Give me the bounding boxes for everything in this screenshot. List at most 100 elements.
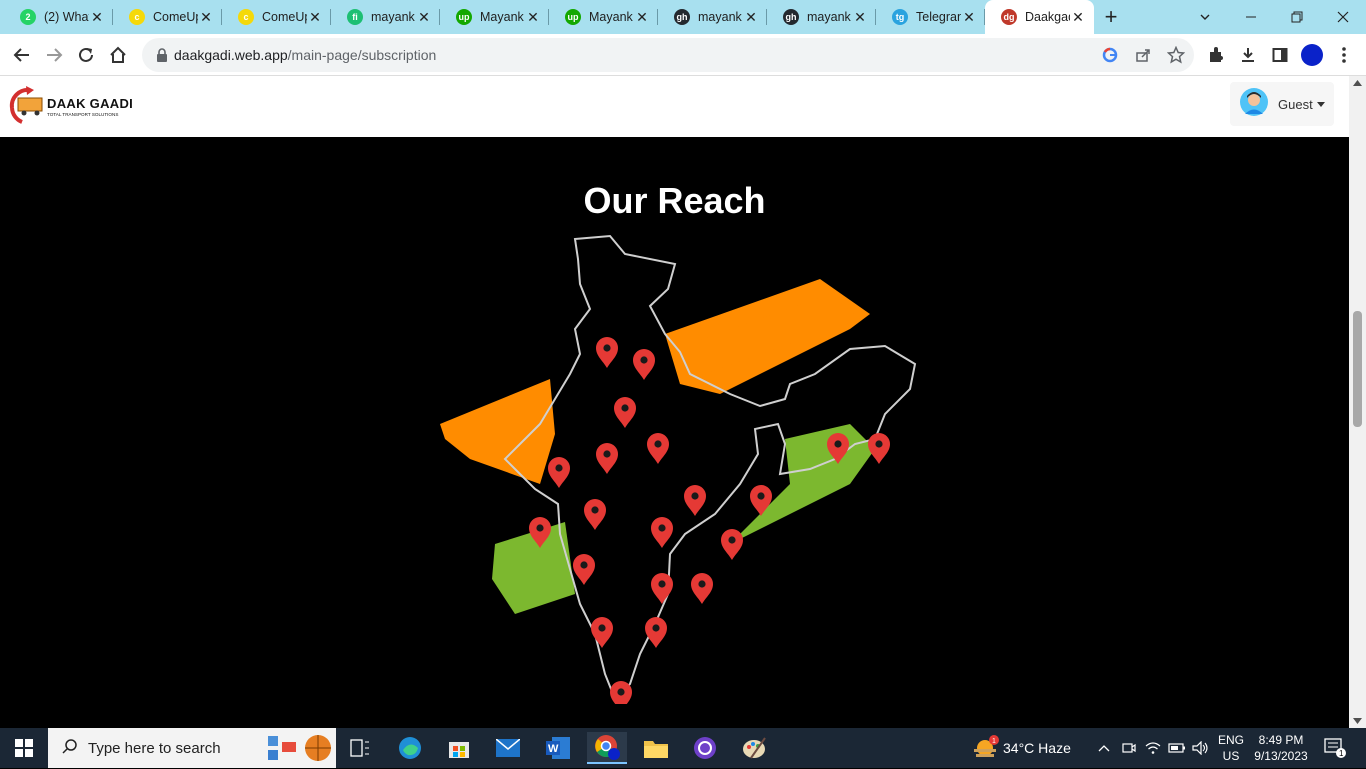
guest-dropdown[interactable]: Guest bbox=[1230, 82, 1334, 126]
map-pin-icon bbox=[573, 554, 595, 585]
tab-close-icon[interactable]: ✕ bbox=[743, 9, 759, 25]
url-text: daakgadi.web.app/main-page/subscription bbox=[174, 47, 437, 63]
profile-avatar[interactable] bbox=[1296, 39, 1328, 71]
search-highlight-icon[interactable] bbox=[268, 732, 332, 769]
clock-date: 9/13/2023 bbox=[1254, 749, 1308, 763]
tab-strip: 2 (2) What ✕ c ComeUp ✕ c ComeUp ✕ fi mayank ✕ up May… bbox=[0, 0, 1366, 34]
browser-tab[interactable]: fi mayank ✕ bbox=[331, 0, 440, 34]
forward-button[interactable] bbox=[38, 39, 70, 71]
tab-favicon-icon: up bbox=[456, 9, 472, 25]
close-window-button[interactable] bbox=[1320, 0, 1366, 34]
browser-tab[interactable]: c ComeUp ✕ bbox=[222, 0, 331, 34]
language-code: ENG bbox=[1217, 733, 1244, 747]
word-icon[interactable]: W bbox=[538, 732, 578, 764]
map-pin-icon bbox=[647, 433, 669, 464]
logo-tagline: TOTAL TRANSPORT SOLUTIONS bbox=[47, 112, 119, 117]
our-reach-heading: Our Reach bbox=[583, 180, 766, 221]
restore-button[interactable] bbox=[1274, 0, 1320, 34]
tab-favicon-icon: c bbox=[129, 9, 145, 25]
map-pin-icon bbox=[596, 443, 618, 474]
google-icon[interactable] bbox=[1102, 47, 1118, 68]
task-view-icon[interactable] bbox=[340, 732, 380, 764]
windows-taskbar: Type here to search W 1 34°C Haze ENG US… bbox=[0, 728, 1366, 768]
notification-center-icon[interactable]: 1 bbox=[1318, 732, 1352, 764]
tab-close-icon[interactable]: ✕ bbox=[198, 9, 214, 25]
tab-title: Mayank bbox=[480, 10, 524, 24]
language-indicator[interactable]: ENG US bbox=[1214, 732, 1248, 764]
browser-tab[interactable]: gh mayank ✕ bbox=[658, 0, 767, 34]
browser-tab[interactable]: up Mayank ✕ bbox=[440, 0, 549, 34]
map-pin-icon bbox=[684, 485, 706, 516]
tab-favicon-icon: fi bbox=[347, 9, 363, 25]
scrollbar-thumb[interactable] bbox=[1353, 311, 1362, 427]
reload-button[interactable] bbox=[70, 39, 102, 71]
tab-close-icon[interactable]: ✕ bbox=[416, 9, 432, 25]
edge-icon[interactable] bbox=[390, 732, 430, 764]
lock-icon[interactable] bbox=[156, 48, 168, 67]
mail-icon[interactable] bbox=[488, 732, 528, 764]
tab-close-icon[interactable]: ✕ bbox=[307, 9, 323, 25]
side-panel-icon[interactable] bbox=[1264, 39, 1296, 71]
extensions-icon[interactable] bbox=[1200, 39, 1232, 71]
tab-favicon-icon: dg bbox=[1001, 9, 1017, 25]
browser-tab[interactable]: tg Telegran ✕ bbox=[876, 0, 985, 34]
weather-text[interactable]: 34°C Haze bbox=[1003, 740, 1071, 756]
browser-tab[interactable]: 2 (2) What ✕ bbox=[4, 0, 113, 34]
map-pin-icon bbox=[868, 433, 890, 464]
chrome-icon[interactable] bbox=[587, 732, 627, 764]
tab-title: mayank bbox=[371, 10, 415, 24]
browser-tab[interactable]: dg Daakgad✕ bbox=[985, 0, 1094, 34]
page-scrollbar[interactable] bbox=[1349, 76, 1366, 728]
back-button[interactable] bbox=[6, 39, 38, 71]
tab-favicon-icon: gh bbox=[674, 9, 690, 25]
clock[interactable]: 8:49 PM 9/13/2023 bbox=[1250, 732, 1312, 764]
menu-kebab-icon[interactable] bbox=[1328, 39, 1360, 71]
svg-text:1: 1 bbox=[1339, 749, 1344, 758]
green-brush-stroke bbox=[492, 424, 875, 614]
browser-tab[interactable]: c ComeUp ✕ bbox=[113, 0, 222, 34]
svg-text:1: 1 bbox=[992, 738, 996, 745]
map-pin-icon bbox=[691, 573, 713, 604]
region-code: US bbox=[1222, 749, 1240, 763]
tab-title: (2) What bbox=[44, 10, 89, 24]
map-pin-icon bbox=[645, 617, 667, 648]
logo-text: DAAK GAADI bbox=[47, 96, 134, 111]
map-pin-icon bbox=[651, 517, 673, 548]
tab-title: mayank bbox=[698, 10, 742, 24]
paint-icon[interactable] bbox=[734, 732, 774, 764]
tab-close-icon[interactable]: ✕ bbox=[961, 9, 977, 25]
share-icon[interactable] bbox=[1135, 47, 1151, 68]
github-desktop-icon[interactable] bbox=[685, 732, 725, 764]
tab-close-icon[interactable]: ✕ bbox=[852, 9, 868, 25]
file-explorer-icon[interactable] bbox=[636, 732, 676, 764]
guest-label: Guest bbox=[1278, 96, 1313, 112]
caret-down-icon bbox=[1316, 95, 1325, 113]
minimize-button[interactable] bbox=[1228, 0, 1274, 34]
bookmark-star-icon[interactable] bbox=[1166, 45, 1186, 69]
browser-tab[interactable]: up Mayank ✕ bbox=[549, 0, 658, 34]
weather-icon[interactable]: 1 bbox=[966, 732, 1006, 764]
windows-start-icon[interactable] bbox=[4, 732, 44, 764]
daak-gaadi-logo[interactable]: DAAK GAADI TOTAL TRANSPORT SOLUTIONS bbox=[8, 82, 138, 126]
tab-search-chevron-icon[interactable] bbox=[1182, 0, 1228, 34]
clock-time: 8:49 PM bbox=[1258, 733, 1304, 747]
site-navbar: DAAK GAADI TOTAL TRANSPORT SOLUTIONS Gue… bbox=[0, 76, 1349, 137]
tab-close-icon[interactable]: ✕ bbox=[634, 9, 650, 25]
tab-title: ComeUp bbox=[153, 10, 198, 24]
new-tab-button[interactable]: + bbox=[1094, 0, 1128, 34]
tab-title: Mayank bbox=[589, 10, 633, 24]
tab-close-icon[interactable]: ✕ bbox=[1070, 9, 1086, 25]
home-button[interactable] bbox=[102, 39, 134, 71]
address-bar[interactable]: daakgadi.web.app/main-page/subscription bbox=[142, 38, 1194, 72]
india-reach-map bbox=[440, 234, 917, 704]
store-icon[interactable] bbox=[439, 732, 479, 764]
download-icon[interactable] bbox=[1232, 39, 1264, 71]
volume-icon[interactable] bbox=[1186, 732, 1216, 764]
tab-favicon-icon: tg bbox=[892, 9, 908, 25]
tab-close-icon[interactable]: ✕ bbox=[525, 9, 541, 25]
taskbar-search-box[interactable]: Type here to search bbox=[48, 728, 336, 768]
browser-tab[interactable]: gh mayank ✕ bbox=[767, 0, 876, 34]
tab-close-icon[interactable]: ✕ bbox=[89, 9, 105, 25]
map-pin-icon bbox=[633, 349, 655, 380]
search-icon bbox=[62, 738, 78, 759]
